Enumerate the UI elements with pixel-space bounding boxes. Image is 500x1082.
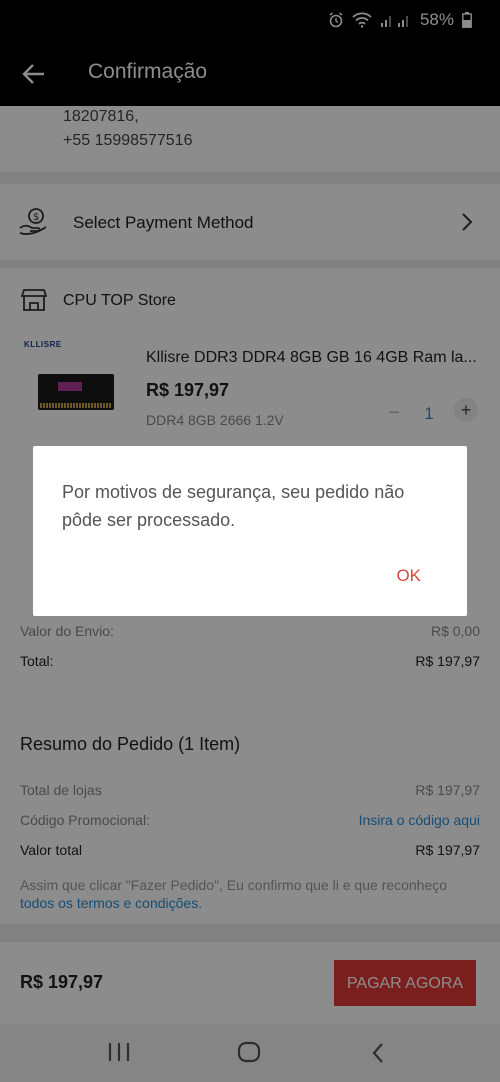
dialog-message: Por motivos de segurança, seu pedido não… — [62, 482, 405, 530]
dialog-ok-button[interactable]: OK — [396, 566, 421, 586]
error-dialog: Por motivos de segurança, seu pedido não… — [33, 446, 467, 616]
